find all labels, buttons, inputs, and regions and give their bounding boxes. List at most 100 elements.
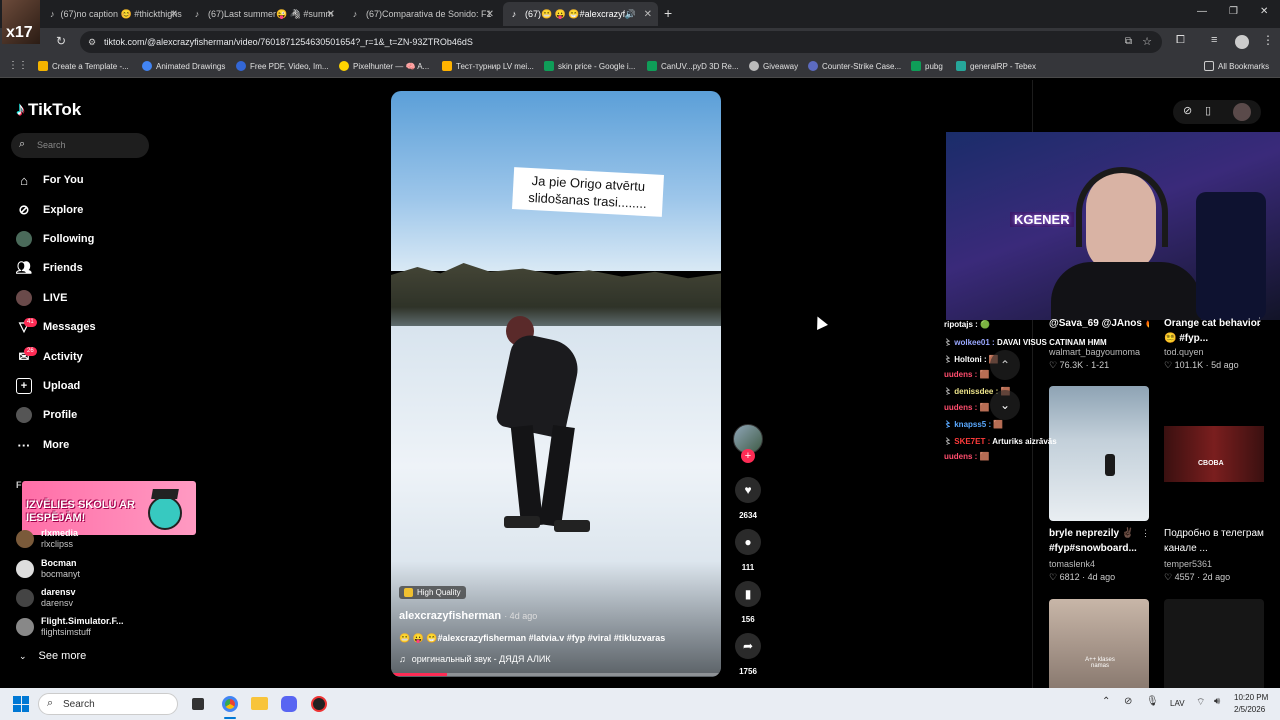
video-progress-track[interactable] bbox=[391, 673, 721, 676]
file-explorer-icon[interactable] bbox=[251, 697, 268, 710]
headphones-icon bbox=[1076, 167, 1168, 247]
close-tab-icon[interactable]: ✕ bbox=[486, 9, 494, 20]
new-tab-button[interactable]: + bbox=[664, 5, 672, 21]
suggested-account[interactable]: Bocman bocmanyt bbox=[16, 558, 80, 580]
bookmark-item[interactable]: pubg bbox=[911, 61, 943, 71]
speaker-icon[interactable]: 🔊︎ bbox=[1214, 696, 1220, 707]
network-icon[interactable]: ⊘ bbox=[1124, 696, 1132, 707]
comment-button[interactable]: ● bbox=[735, 529, 761, 555]
grid-card-thumbnail[interactable]: A++ klases namas bbox=[1049, 599, 1149, 688]
bookmark-item[interactable]: Counter-Strike Case... bbox=[808, 61, 901, 71]
site-info-icon[interactable]: ⚙ bbox=[88, 31, 96, 53]
microphone-icon[interactable]: 🎙︎ bbox=[1146, 696, 1159, 707]
bookmark-favicon-icon bbox=[956, 61, 966, 71]
section-heading: F bbox=[16, 480, 22, 490]
follow-plus-icon[interactable]: + bbox=[741, 449, 755, 463]
browser-menu-icon[interactable]: ⋮ bbox=[1262, 33, 1274, 47]
bookmark-item[interactable]: Тест-турнир LV mei... bbox=[442, 61, 534, 71]
reload-icon[interactable]: ↻ bbox=[56, 34, 66, 48]
tray-chevron-icon[interactable]: ⌃ bbox=[1102, 696, 1110, 707]
avatar bbox=[16, 618, 34, 636]
nav-following[interactable]: Following bbox=[16, 231, 94, 247]
video-music[interactable]: ♫ оригинальный звук - ДЯДЯ АЛИК bbox=[399, 654, 551, 664]
see-more-button[interactable]: ⌄ See more bbox=[19, 650, 86, 662]
nav-friends[interactable]: 👥︎ Friends bbox=[16, 260, 83, 276]
chrome-taskbar-icon[interactable] bbox=[222, 696, 238, 712]
tab-3[interactable]: ♪ (67)Comparativa de Sonido: F1 ✕ bbox=[344, 2, 500, 26]
bookmark-item[interactable]: Create a Template -... bbox=[38, 61, 129, 71]
nav-for-you[interactable]: ⌂ For You bbox=[16, 172, 83, 188]
video-player[interactable]: Ja pie Origo atvērtu slidošanas trasi...… bbox=[391, 91, 721, 677]
profile-avatar-icon[interactable] bbox=[1235, 35, 1249, 49]
suggested-account[interactable]: darensv darensv bbox=[16, 587, 76, 609]
nav-upload[interactable]: + Upload bbox=[16, 378, 80, 394]
language-indicator[interactable]: LAV bbox=[1170, 699, 1185, 708]
grid-card-thumbnail[interactable] bbox=[1049, 386, 1149, 521]
apps-grid-icon[interactable]: ⋮⋮ bbox=[8, 60, 28, 71]
task-view-icon[interactable] bbox=[192, 698, 204, 710]
share-button[interactable]: ➦ bbox=[735, 633, 761, 659]
bookmark-item[interactable]: CanUV...pyD 3D Re... bbox=[647, 61, 739, 71]
close-tab-icon[interactable]: ✕ bbox=[327, 9, 335, 20]
close-window-icon[interactable]: ✕ bbox=[1260, 6, 1268, 17]
nav-profile[interactable]: Profile bbox=[16, 407, 77, 423]
home-icon: ⌂ bbox=[20, 172, 28, 188]
scroll-down-button[interactable]: ⌄ bbox=[990, 390, 1020, 420]
scroll-up-button[interactable]: ⌃ bbox=[990, 350, 1020, 380]
install-app-icon[interactable]: ⧉ bbox=[1125, 31, 1132, 53]
coin-icon[interactable]: ⊘ bbox=[1183, 104, 1192, 117]
grid-card-user[interactable]: temper5361 bbox=[1164, 559, 1212, 569]
url-field[interactable]: ⚙ tiktok.com/@alexcrazyfisherman/video/7… bbox=[80, 31, 1162, 53]
grid-card-title[interactable]: Orange cat behavior😵‍💫 #fyp... bbox=[1164, 316, 1264, 346]
extensions-icon[interactable]: ⧠ bbox=[1176, 34, 1185, 47]
media-control-icon[interactable]: ≡ bbox=[1211, 34, 1217, 46]
grid-card-thumbnail[interactable]: CBOBA bbox=[1164, 426, 1264, 482]
card-more-icon[interactable]: ⋮ bbox=[1255, 316, 1264, 327]
tab-4-active[interactable]: ♪ (67)😬 😛 😁#alexcrazyfish 🔊 ✕ bbox=[503, 2, 658, 26]
minimize-icon[interactable]: — bbox=[1197, 6, 1207, 17]
save-button[interactable]: ▮ bbox=[735, 581, 761, 607]
grid-card-title[interactable]: @Sava_69 @JAnos 🔥 bbox=[1049, 316, 1149, 331]
video-author[interactable]: alexcrazyfisherman · 4d ago bbox=[399, 610, 537, 622]
device-icon[interactable]: ▯ bbox=[1205, 104, 1211, 117]
grid-card-title[interactable]: bryle neprezily ✌🏿 #fyp#snowboard... bbox=[1049, 526, 1147, 556]
grid-card-user[interactable]: tomaslenk4 bbox=[1049, 559, 1095, 569]
nav-explore[interactable]: ⊘ Explore bbox=[16, 202, 84, 218]
bookmark-item[interactable]: skin price - Google i... bbox=[544, 61, 635, 71]
bookmark-item[interactable]: Animated Drawings bbox=[142, 61, 225, 71]
app-icon[interactable] bbox=[311, 696, 327, 712]
ad-banner[interactable]: IZVĒLIES SKOLU AR IESPĒJĀM! bbox=[22, 481, 196, 535]
tab-1[interactable]: ♪ (67)no caption 😊 #thickthighs ✕ bbox=[44, 2, 184, 26]
nav-more[interactable]: ··· More bbox=[16, 437, 70, 453]
suggested-account[interactable]: Flight.Simulator.F... flightsimstuff bbox=[16, 616, 124, 638]
close-tab-icon[interactable]: ✕ bbox=[170, 9, 178, 20]
user-avatar[interactable] bbox=[1233, 103, 1251, 121]
close-tab-icon[interactable]: ✕ bbox=[644, 9, 652, 20]
tiktok-logo[interactable]: ♪ TikTok bbox=[16, 99, 81, 120]
nav-live[interactable]: LIVE bbox=[16, 290, 67, 306]
clock-time[interactable]: 10:20 PM bbox=[1234, 693, 1268, 702]
bookmark-item[interactable]: Pixelhunter — 🧠 A... bbox=[339, 61, 429, 71]
bookmark-star-icon[interactable]: ☆ bbox=[1142, 31, 1152, 53]
quality-badge[interactable]: High Quality bbox=[399, 586, 466, 599]
grid-card-user[interactable]: walmart_bagyoumoma bbox=[1049, 347, 1140, 357]
bookmark-item[interactable]: Giveaway bbox=[749, 61, 798, 71]
grid-card-title[interactable]: Подробно в телеграм канале ... bbox=[1164, 526, 1276, 556]
windows-start-icon[interactable] bbox=[13, 696, 29, 712]
like-button[interactable]: ♥ bbox=[735, 477, 761, 503]
taskbar-search[interactable]: ⌕ Search bbox=[38, 693, 178, 715]
tab-2[interactable]: ♪ (67)Last summer😜 🦓 #summ ✕ bbox=[186, 2, 341, 26]
wifi-icon[interactable]: ⌔ bbox=[1196, 696, 1205, 709]
all-bookmarks-button[interactable]: All Bookmarks bbox=[1204, 61, 1269, 71]
top-right-controls: ⊘ ▯ bbox=[1173, 100, 1261, 124]
suggested-account[interactable]: rlxmedia rlxclipss bbox=[16, 528, 78, 550]
discord-icon[interactable] bbox=[281, 696, 297, 712]
bookmark-item[interactable]: generalRP - Tebex bbox=[956, 61, 1036, 71]
grid-card-thumbnail[interactable] bbox=[1164, 599, 1264, 688]
clock-date[interactable]: 2/5/2026 bbox=[1234, 705, 1265, 714]
grid-card-user[interactable]: tod.quyen bbox=[1164, 347, 1204, 357]
bookmark-item[interactable]: Free PDF, Video, Im... bbox=[236, 61, 329, 71]
speaker-icon[interactable]: 🔊 bbox=[625, 9, 636, 20]
search-input[interactable]: ⌕ Search bbox=[11, 133, 149, 158]
restore-icon[interactable]: ❐ bbox=[1229, 6, 1238, 17]
